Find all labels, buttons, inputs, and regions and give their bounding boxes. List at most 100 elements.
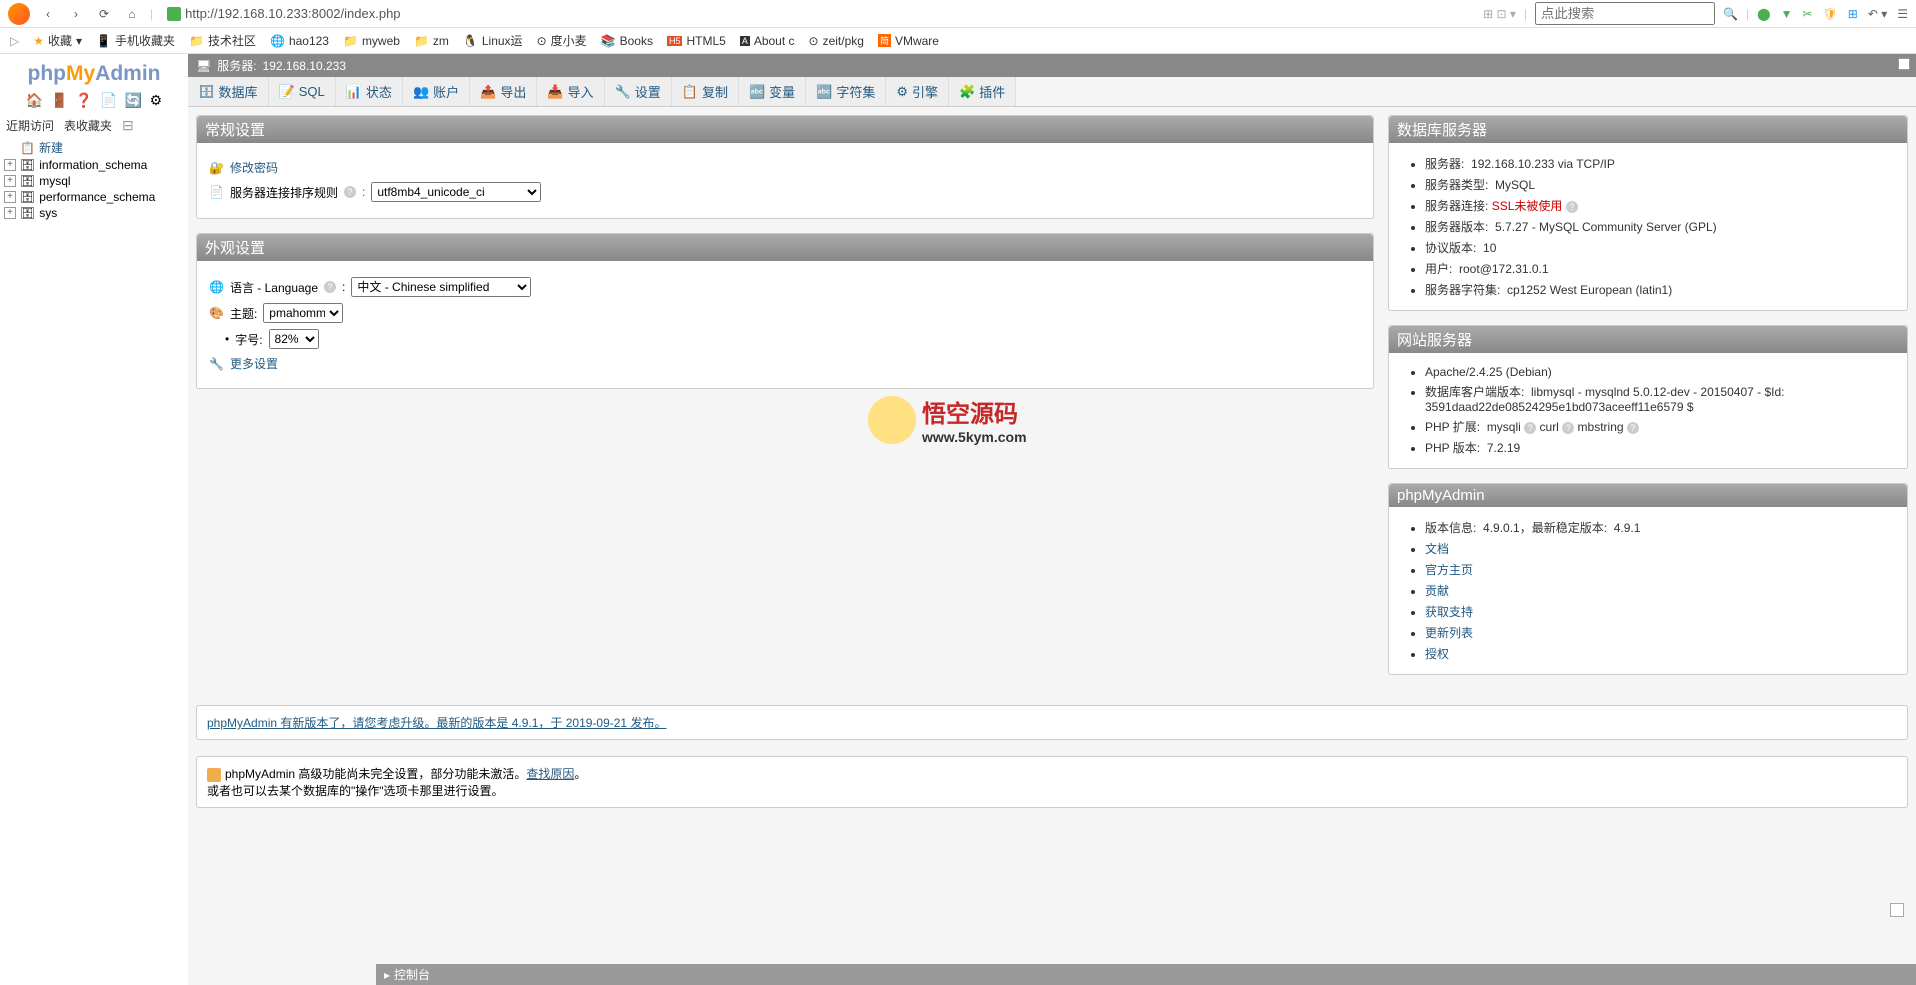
tab-sql[interactable]: 📝SQL: [269, 77, 336, 106]
find-reason-link[interactable]: 查找原因: [526, 767, 574, 781]
new-database-link[interactable]: 📋新建: [4, 138, 184, 157]
bookmark-item[interactable]: ⊙zeit/pkg: [809, 34, 864, 48]
server-icon: 🖥: [196, 59, 211, 73]
reader-icon[interactable]: ⊞ ⊡ ▾: [1483, 7, 1516, 21]
tab-engines[interactable]: ⚙引擎: [886, 77, 949, 106]
bookmark-chevron-icon[interactable]: ▷: [10, 34, 19, 48]
reload-button[interactable]: ⟳: [94, 4, 114, 24]
appearance-panel: 外观设置 🌐 语言 - Language ? : 中文 - Chinese si…: [196, 233, 1374, 389]
gear-icon[interactable]: ⚙: [150, 92, 163, 108]
tab-databases[interactable]: 🗄数据库: [188, 77, 269, 106]
menu-icon[interactable]: ☰: [1897, 7, 1908, 21]
vue-icon[interactable]: ▼: [1781, 7, 1793, 21]
console-toggle-icon[interactable]: ▸: [384, 968, 390, 982]
change-password-link[interactable]: 修改密码: [230, 159, 278, 176]
bookmark-item[interactable]: H5HTML5: [667, 34, 726, 48]
collapse-button[interactable]: [1898, 58, 1910, 70]
reload-nav-icon[interactable]: 🔄: [125, 92, 142, 108]
bookmark-item[interactable]: 📁myweb: [343, 34, 400, 48]
home-icon[interactable]: 🏠: [26, 92, 43, 108]
tab-status[interactable]: 📊状态: [336, 77, 403, 106]
bookmark-item[interactable]: 📁zm: [414, 34, 449, 48]
fontsize-select[interactable]: 82%: [269, 329, 319, 349]
more-settings-link[interactable]: 更多设置: [230, 355, 278, 372]
logout-icon[interactable]: 🚪: [51, 92, 68, 108]
tab-settings[interactable]: 🔧设置: [605, 77, 672, 106]
minimize-button[interactable]: [1890, 903, 1904, 917]
search-input[interactable]: [1535, 2, 1715, 25]
help-icon[interactable]: ?: [1566, 201, 1578, 213]
panel-header: 外观设置: [197, 234, 1373, 261]
license-link[interactable]: 授权: [1425, 647, 1449, 661]
web-server-panel: 网站服务器 Apache/2.4.25 (Debian) 数据库客户端版本: l…: [1388, 325, 1908, 469]
language-icon: 🌐: [209, 280, 224, 294]
docs-link[interactable]: 文档: [1425, 542, 1449, 556]
language-select[interactable]: 中文 - Chinese simplified: [351, 277, 531, 297]
upgrade-link[interactable]: phpMyAdmin 有新版本了，请您考虑升级。最新的版本是 4.9.1，于 2…: [207, 716, 666, 730]
contribute-link[interactable]: 贡献: [1425, 584, 1449, 598]
home-button[interactable]: ⌂: [122, 4, 142, 24]
tab-users[interactable]: 👥账户: [403, 77, 470, 106]
undo-icon[interactable]: ↶ ▾: [1868, 7, 1887, 21]
users-icon: 👥: [413, 84, 429, 100]
expand-icon[interactable]: +: [4, 207, 16, 219]
database-item[interactable]: +🗄sys: [4, 205, 184, 221]
tab-import[interactable]: 📥导入: [537, 77, 604, 106]
collation-select[interactable]: utf8mb4_unicode_ci: [371, 182, 541, 202]
support-link[interactable]: 获取支持: [1425, 605, 1473, 619]
bookmark-item[interactable]: 简VMware: [878, 34, 939, 48]
console-bar[interactable]: ▸ 控制台: [376, 964, 1916, 985]
url-bar[interactable]: http://192.168.10.233:8002/index.php: [161, 3, 1475, 25]
expand-icon[interactable]: +: [4, 191, 16, 203]
help-icon[interactable]: ?: [1524, 422, 1536, 434]
bookmark-item[interactable]: ⊙度小麦: [537, 32, 587, 49]
tab-plugins[interactable]: 🧩插件: [949, 77, 1016, 106]
shield-icon: [167, 7, 181, 21]
extension-icon[interactable]: ⬤: [1757, 7, 1770, 21]
help-icon[interactable]: ?: [1562, 422, 1574, 434]
tab-charsets[interactable]: 🔤字符集: [806, 77, 886, 106]
bookmark-item[interactable]: ★收藏 ▾: [33, 32, 82, 49]
shield2-icon[interactable]: 🛡: [1823, 7, 1838, 21]
plugin-icon: 🧩: [959, 84, 975, 100]
database-item[interactable]: +🗄mysql: [4, 173, 184, 189]
fontsize-label: 字号:: [235, 331, 262, 348]
bookmark-item[interactable]: 📱手机收藏夹: [96, 32, 175, 49]
forward-button[interactable]: ›: [66, 4, 86, 24]
collapse-icon[interactable]: ⊟: [122, 117, 134, 134]
tab-export[interactable]: 📤导出: [470, 77, 537, 106]
sql-icon[interactable]: 📄: [100, 92, 117, 108]
changelog-link[interactable]: 更新列表: [1425, 626, 1473, 640]
status-icon: 📊: [346, 84, 362, 100]
snip-icon[interactable]: ✂: [1802, 7, 1812, 21]
bookmark-item[interactable]: AAbout c: [740, 34, 795, 48]
db-icon: 🗄: [20, 174, 35, 188]
theme-select[interactable]: pmahomme: [263, 303, 343, 323]
expand-icon[interactable]: +: [4, 175, 16, 187]
help-icon[interactable]: ?: [1627, 422, 1639, 434]
bookmark-item[interactable]: 📁技术社区: [189, 32, 256, 49]
homepage-link[interactable]: 官方主页: [1425, 563, 1473, 577]
docs-icon[interactable]: ❓: [75, 92, 92, 108]
bookmark-item[interactable]: 🐧Linux运: [463, 32, 523, 49]
bookmark-item[interactable]: 🌐hao123: [270, 34, 329, 48]
back-button[interactable]: ‹: [38, 4, 58, 24]
recent-tab[interactable]: 近期访问: [6, 117, 54, 134]
database-tree: 📋新建 +🗄information_schema +🗄mysql +🗄perfo…: [4, 138, 184, 221]
database-item[interactable]: +🗄performance_schema: [4, 189, 184, 205]
tab-replication[interactable]: 📋复制: [672, 77, 739, 106]
expand-icon[interactable]: +: [4, 159, 16, 171]
database-item[interactable]: +🗄information_schema: [4, 157, 184, 173]
charset-icon: 🔤: [816, 84, 832, 100]
favorites-tab[interactable]: 表收藏夹: [64, 117, 112, 134]
grid-icon[interactable]: ⊞: [1848, 7, 1858, 21]
bookmark-item[interactable]: 📚Books: [601, 34, 653, 48]
replication-icon: 📋: [682, 84, 698, 100]
general-settings-panel: 常规设置 🔐 修改密码 📄 服务器连接排序规则 ? : utf8mb4_unic…: [196, 115, 1374, 219]
tab-variables[interactable]: 🔤变量: [739, 77, 806, 106]
search-icon[interactable]: 🔍: [1723, 7, 1738, 21]
content-area: 🖥 服务器: 192.168.10.233 🗄数据库 📝SQL 📊状态 👥账户 …: [188, 54, 1916, 985]
help-icon[interactable]: ?: [344, 186, 356, 198]
help-icon[interactable]: ?: [324, 281, 336, 293]
firefox-logo-icon: [8, 3, 30, 25]
